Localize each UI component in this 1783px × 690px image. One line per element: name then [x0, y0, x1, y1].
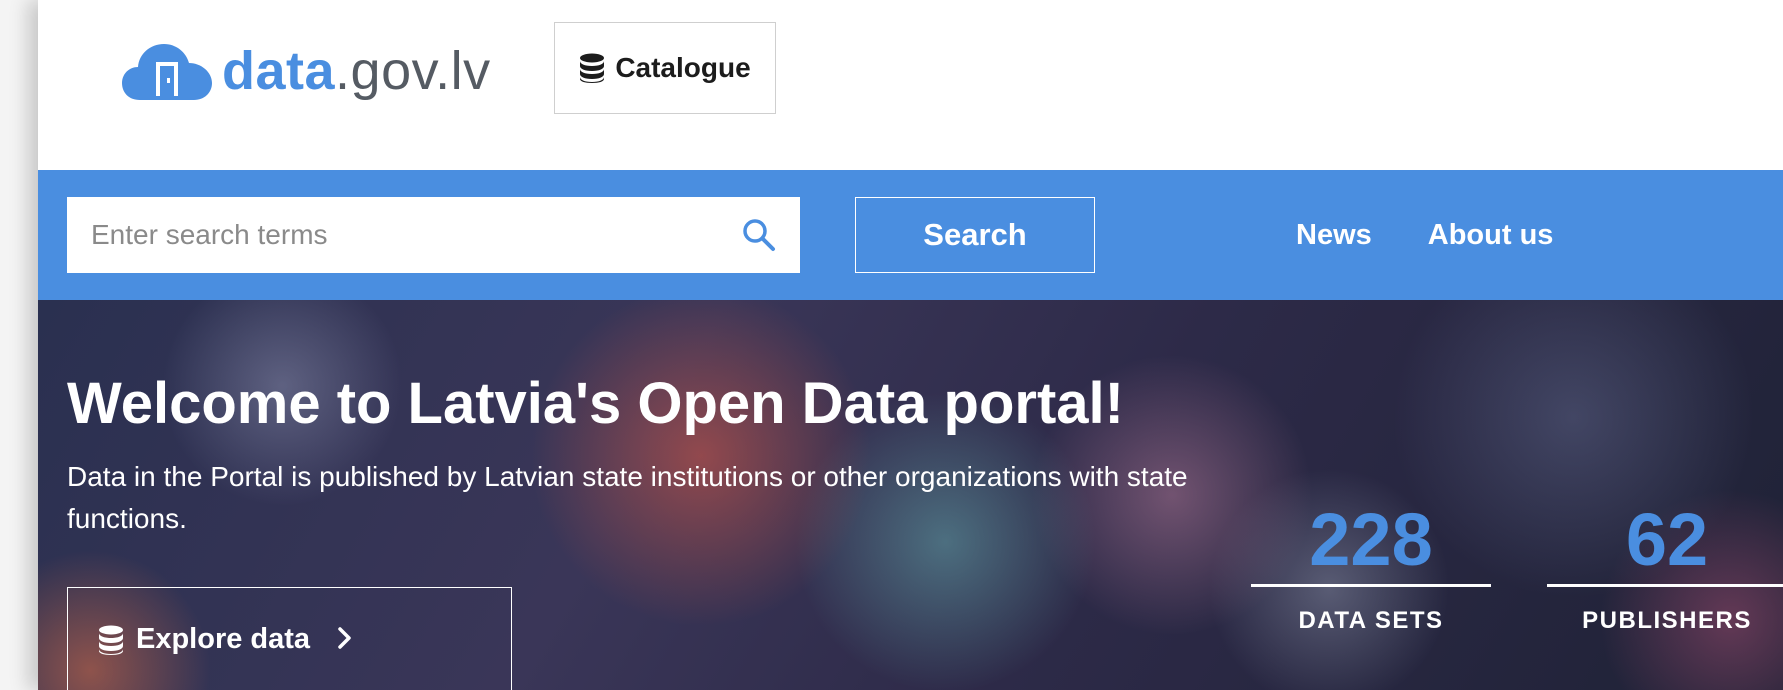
- database-icon: [580, 53, 605, 83]
- stat-value: 228: [1309, 498, 1433, 581]
- logo-text-rest: .gov.lv: [335, 41, 491, 101]
- main-nav: News About us: [1296, 197, 1609, 273]
- stat-divider: [1251, 584, 1491, 587]
- hero-banner: Welcome to Latvia's Open Data portal! Da…: [38, 300, 1783, 690]
- search-bar: Search News About us: [38, 170, 1783, 300]
- catalogue-label: Catalogue: [615, 52, 751, 83]
- hero-description: Data in the Portal is published by Latvi…: [67, 461, 1188, 534]
- explore-data-label: Explore data: [136, 623, 311, 655]
- cloud-door-icon: [122, 44, 212, 100]
- page: data.gov.lv Catalogue Search News About …: [38, 0, 1783, 690]
- logo-wordmark: data.gov.lv: [222, 44, 491, 98]
- nav-item-about-us[interactable]: About us: [1428, 219, 1554, 252]
- search-button[interactable]: Search: [855, 197, 1095, 273]
- chevron-right-icon: [338, 627, 351, 649]
- stat-divider: [1547, 584, 1783, 587]
- stat-publishers[interactable]: 62 PUBLISHERS: [1547, 500, 1783, 635]
- search-icon[interactable]: [742, 218, 776, 252]
- logo-text-bold: data: [222, 41, 336, 101]
- stat-label: PUBLISHERS: [1582, 607, 1752, 634]
- stat-value: 62: [1625, 498, 1709, 581]
- stat-label: DATA SETS: [1298, 607, 1444, 634]
- catalogue-button[interactable]: Catalogue: [554, 22, 776, 114]
- search-box[interactable]: [67, 197, 800, 273]
- database-icon: [99, 625, 123, 655]
- site-logo[interactable]: data.gov.lv: [122, 36, 491, 106]
- search-input[interactable]: [89, 218, 742, 252]
- nav-item-news[interactable]: News: [1296, 219, 1372, 252]
- hero-title: Welcome to Latvia's Open Data portal!: [67, 371, 1124, 436]
- stat-data-sets[interactable]: 228 DATA SETS: [1251, 500, 1491, 635]
- explore-data-button[interactable]: Explore data: [67, 587, 512, 690]
- top-header: data.gov.lv Catalogue: [38, 0, 1783, 170]
